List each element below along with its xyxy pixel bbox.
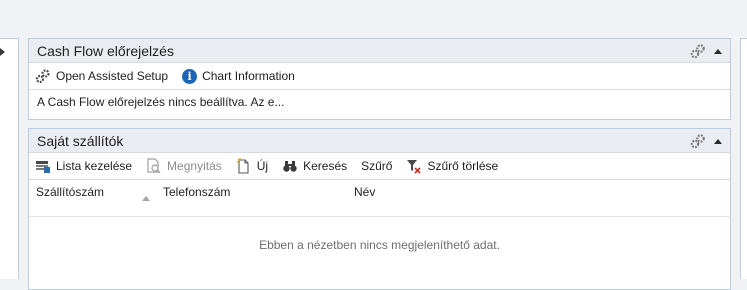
search-button[interactable]: Keresés [282,158,347,174]
chart-information-label: Chart Information [202,69,295,83]
chevron-up-icon[interactable] [714,48,722,54]
vendors-actionbar: Lista kezelése Megnyitás Új Keresés Szűr… [29,153,730,180]
open-assisted-setup-label: Open Assisted Setup [56,69,169,83]
clear-filter-label: Szűrő törlése [427,159,499,173]
cash-flow-part: Cash Flow előrejelzés Open Assisted Setu… [28,38,731,120]
empty-view-message: Ebben a nézetben nincs megjeleníthető ad… [259,238,500,252]
cash-flow-message[interactable]: A Cash Flow előrejelzés nincs beállítva.… [37,95,284,109]
view-label: Megnyitás [167,159,222,173]
chevron-up-icon[interactable] [714,138,722,144]
open-assisted-setup-button[interactable]: Open Assisted Setup [35,68,168,84]
cash-flow-message-row: A Cash Flow előrejelzés nincs beállítva.… [29,90,730,114]
vendors-column-headers: Szállítószám Telefonszám Név [29,180,730,217]
filter-button[interactable]: Szűrő [361,159,392,173]
list-icon [36,161,50,173]
vendors-part: Saját szállítók Lista kezelése Megnyitás… [28,128,731,290]
chart-information-button[interactable]: i Chart Information [182,68,295,84]
gear-icon[interactable] [690,43,706,59]
cash-flow-header: Cash Flow előrejelzés [29,39,730,63]
vendors-header: Saját szállítók [29,129,730,153]
manage-list-label: Lista kezelése [56,159,133,173]
gear-icon[interactable] [690,133,706,149]
search-label: Keresés [303,159,348,173]
view-document-icon [147,158,161,174]
clear-filter-button[interactable]: Szűrő törlése [406,158,498,174]
right-panel-edge [740,38,747,279]
sort-ascending-icon [142,196,150,201]
vendors-title: Saját szállítók [37,133,124,149]
filter-label: Szűrő [361,159,393,173]
new-document-icon [236,158,249,174]
column-name[interactable]: Név [354,185,375,199]
gear-icon [35,69,50,84]
cash-flow-title: Cash Flow előrejelzés [37,43,174,59]
filter-clear-icon [407,160,422,174]
binoculars-icon [283,161,297,172]
info-icon: i [182,68,198,84]
new-button[interactable]: Új [236,158,268,174]
view-button[interactable]: Megnyitás [146,158,222,174]
manage-list-button[interactable]: Lista kezelése [35,158,132,174]
left-panel-edge [0,38,19,279]
new-label: Új [256,159,269,173]
cash-flow-actionbar: Open Assisted Setup i Chart Information [29,63,730,90]
column-vendor-number[interactable]: Szállítószám [36,185,104,199]
column-phone-number[interactable]: Telefonszám [163,185,230,199]
expand-left-icon[interactable] [0,48,5,56]
